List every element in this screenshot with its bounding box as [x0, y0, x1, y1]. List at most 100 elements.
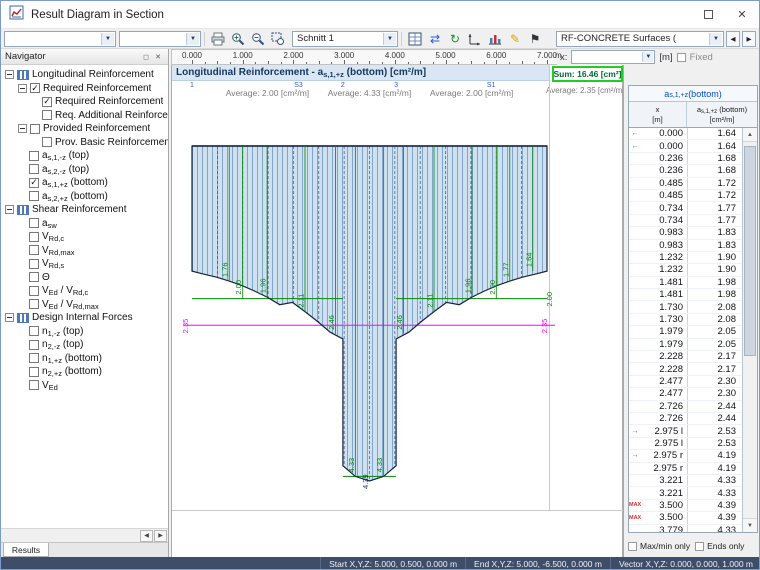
tree-checkbox[interactable] — [42, 137, 52, 147]
tree-checkbox[interactable] — [42, 110, 52, 120]
table-row[interactable]: ←0.0001.64 — [629, 140, 742, 152]
table-row[interactable]: 1.4811.98 — [629, 277, 742, 289]
tree-item[interactable]: Longitudinal Reinforcement — [1, 68, 168, 82]
tree-checkbox[interactable] — [29, 151, 39, 161]
table-row[interactable]: 0.2361.68 — [629, 165, 742, 177]
table-row[interactable]: 1.4811.98 — [629, 289, 742, 301]
tree-item[interactable]: asw — [1, 217, 168, 231]
zoom-in-icon[interactable] — [228, 30, 248, 48]
table-row[interactable]: →2.975 r4.19 — [629, 450, 742, 462]
tree-item[interactable]: VEd / VRd,max — [1, 298, 168, 312]
table-row[interactable]: 2.4772.30 — [629, 376, 742, 388]
print-icon[interactable] — [208, 30, 228, 48]
table-row[interactable]: 2.7262.44 — [629, 401, 742, 413]
maximize-button[interactable] — [691, 1, 725, 28]
next-case-button[interactable]: ▶ — [742, 31, 756, 47]
table-row[interactable]: 1.7302.08 — [629, 314, 742, 326]
tree-item[interactable]: VEd / VRd,c — [1, 284, 168, 298]
close-button[interactable]: ✕ — [725, 1, 759, 28]
tree-checkbox[interactable] — [29, 299, 39, 309]
tab-results[interactable]: Results — [3, 543, 49, 557]
table-row[interactable]: 2.4772.30 — [629, 388, 742, 400]
refresh-icon[interactable]: ↻ — [445, 30, 465, 48]
module-combo[interactable]: RF-CONCRETE Surfaces (▼ — [556, 31, 724, 47]
tree-item[interactable]: ✓Required Reinforcement — [1, 95, 168, 109]
table-row[interactable]: 3.7794.33 — [629, 525, 742, 533]
tree-item[interactable]: Req. Additional Reinforcement — [1, 109, 168, 123]
table-row[interactable]: 1.9792.05 — [629, 339, 742, 351]
tree-checkbox[interactable] — [29, 245, 39, 255]
zoom-out-icon[interactable] — [248, 30, 268, 48]
table-row[interactable]: 0.7341.77 — [629, 202, 742, 214]
fixed-checkbox[interactable] — [677, 53, 686, 62]
scroll-down-icon[interactable]: ▼ — [743, 518, 757, 532]
section-combo[interactable]: Schnitt 1▼ — [292, 31, 398, 47]
tree-checkbox[interactable] — [29, 367, 39, 377]
table-row[interactable]: 0.4851.72 — [629, 178, 742, 190]
tree-checkbox[interactable]: ✓ — [29, 178, 39, 188]
tree-item[interactable]: ✓as,1,+z (bottom) — [1, 176, 168, 190]
expander-icon[interactable] — [5, 313, 14, 322]
tree-checkbox[interactable] — [29, 340, 39, 350]
tree-checkbox[interactable] — [29, 191, 39, 201]
table-row[interactable]: 3.2214.33 — [629, 475, 742, 487]
table-row[interactable]: 2.2282.17 — [629, 363, 742, 375]
tree-checkbox[interactable] — [29, 326, 39, 336]
table-scrollbar[interactable]: ▲ ▼ — [742, 128, 757, 532]
table-row[interactable]: MAX3.5004.39 — [629, 512, 742, 524]
tree-item[interactable]: Θ — [1, 271, 168, 285]
table-row[interactable]: 1.7302.08 — [629, 301, 742, 313]
x-value-input[interactable]: ▼ — [571, 50, 655, 64]
tree-checkbox[interactable] — [29, 164, 39, 174]
table-row[interactable]: 2.2282.17 — [629, 351, 742, 363]
highlight-result-icon[interactable]: ✎ — [505, 30, 525, 48]
grid-values-icon[interactable] — [405, 30, 425, 48]
tree-item[interactable]: ✓Required Reinforcement — [1, 82, 168, 96]
previous-case-button[interactable]: ◀ — [726, 31, 740, 47]
tree-item[interactable]: Design Internal Forces — [1, 311, 168, 325]
tree-checkbox[interactable] — [29, 286, 39, 296]
tree-item[interactable]: n1,-z (top) — [1, 325, 168, 339]
maxmin-only-checkbox[interactable] — [628, 542, 637, 551]
scroll-left-icon[interactable]: ◀ — [140, 530, 153, 542]
tree-checkbox[interactable] — [29, 218, 39, 228]
expander-icon[interactable] — [5, 70, 14, 79]
table-row[interactable]: 0.7341.77 — [629, 215, 742, 227]
tree-checkbox[interactable] — [29, 232, 39, 242]
tree-item[interactable]: Shear Reinforcement — [1, 203, 168, 217]
reverse-direction-icon[interactable]: ⇄ — [425, 30, 445, 48]
tree-item[interactable]: as,2,-z (top) — [1, 163, 168, 177]
table-row[interactable]: 1.9792.05 — [629, 326, 742, 338]
tree-checkbox[interactable] — [30, 124, 40, 134]
table-row[interactable]: 0.9831.83 — [629, 240, 742, 252]
tree-checkbox[interactable] — [29, 272, 39, 282]
table-row[interactable]: MAX3.5004.39 — [629, 500, 742, 512]
table-row[interactable]: 2.7262.44 — [629, 413, 742, 425]
table-row[interactable]: 2.975 r4.19 — [629, 463, 742, 475]
navigator-hscrollbar[interactable]: ◀ ▶ — [1, 528, 168, 542]
tree-item[interactable]: Prov. Basic Reinforcement — [1, 136, 168, 150]
zoom-window-icon[interactable] — [268, 30, 288, 48]
tree-item[interactable]: n1,+z (bottom) — [1, 352, 168, 366]
tree-item[interactable]: VEd — [1, 379, 168, 393]
tree-item[interactable]: VRd,max — [1, 244, 168, 258]
tree-checkbox[interactable]: ✓ — [30, 83, 40, 93]
expander-icon[interactable] — [5, 205, 14, 214]
table-row[interactable]: ←0.0001.64 — [629, 128, 742, 140]
tree-checkbox[interactable] — [29, 380, 39, 390]
tree-item[interactable]: n2,-z (top) — [1, 338, 168, 352]
smoothing-combo[interactable]: ▼ — [119, 31, 201, 47]
tree-item[interactable]: n2,+z (bottom) — [1, 365, 168, 379]
table-row[interactable]: 0.2361.68 — [629, 153, 742, 165]
table-row[interactable]: 0.4851.72 — [629, 190, 742, 202]
tree-item[interactable]: as,1,-z (top) — [1, 149, 168, 163]
diagram-bars-icon[interactable] — [485, 30, 505, 48]
expander-icon[interactable] — [18, 84, 27, 93]
table-row[interactable]: 1.2321.90 — [629, 264, 742, 276]
tree-item[interactable]: Provided Reinforcement — [1, 122, 168, 136]
tree-item[interactable]: as,2,+z (bottom) — [1, 190, 168, 204]
axes-icon[interactable] — [465, 30, 485, 48]
flag-extremes-icon[interactable]: ⚑ — [525, 30, 545, 48]
close-icon[interactable]: ✕ — [152, 51, 164, 63]
tree-item[interactable]: VRd,s — [1, 257, 168, 271]
